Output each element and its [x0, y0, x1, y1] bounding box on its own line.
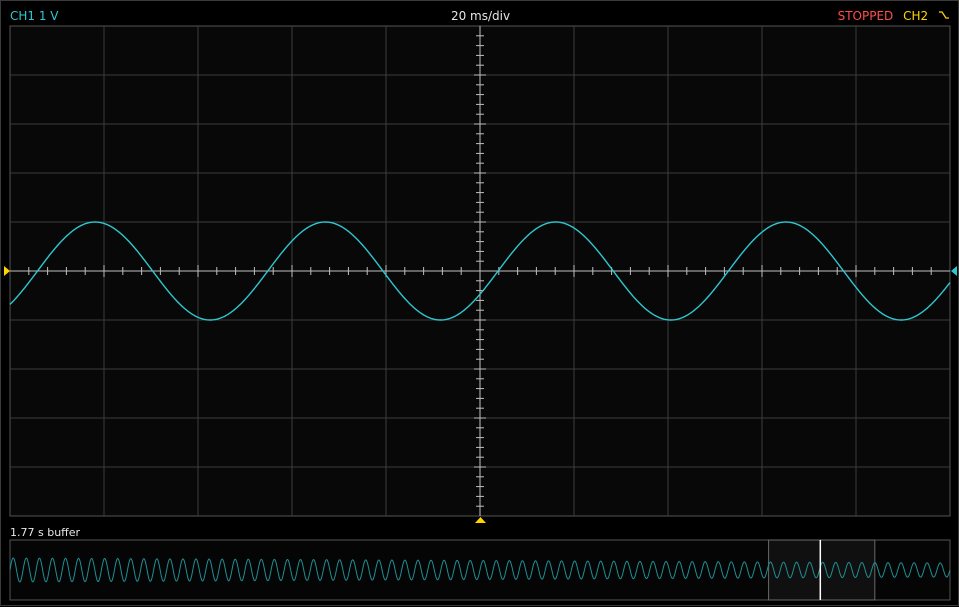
trigger-position-marker[interactable]	[475, 517, 486, 523]
ch1-ground-marker[interactable]	[4, 266, 10, 276]
oscilloscope-window: CH1 1 V 20 ms/div STOPPED CH2 1.77 s buf…	[0, 0, 959, 606]
trigger-level-marker[interactable]	[951, 266, 957, 276]
waveform-display[interactable]	[1, 1, 959, 607]
